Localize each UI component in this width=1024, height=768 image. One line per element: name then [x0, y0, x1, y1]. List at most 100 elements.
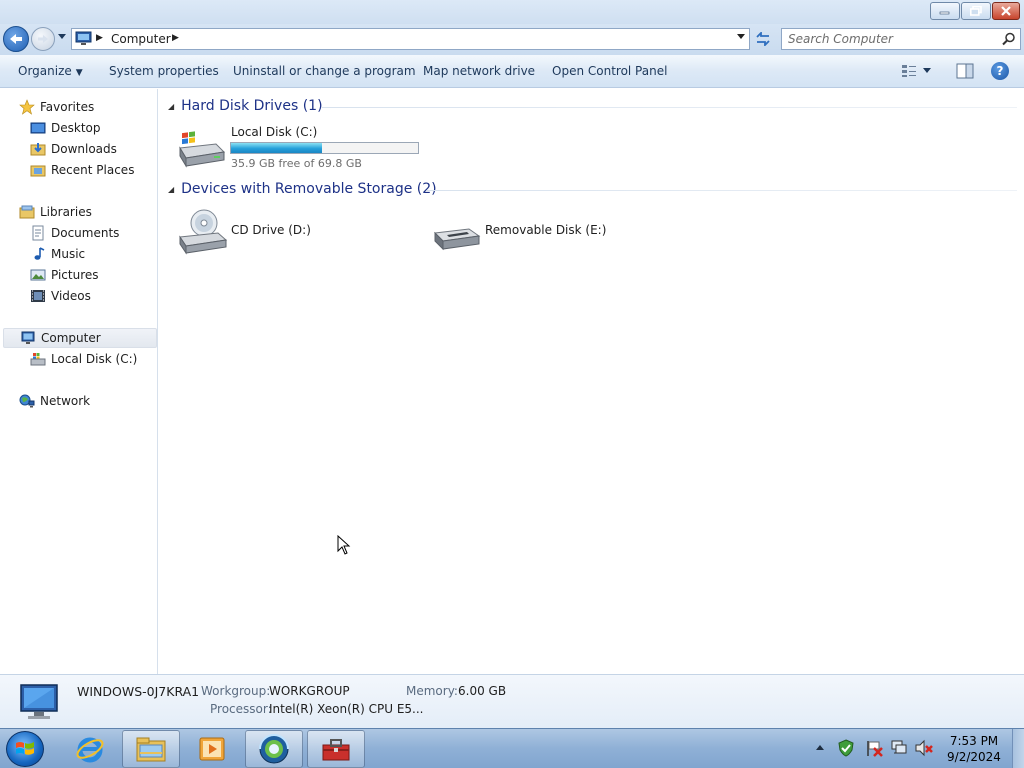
- address-bar[interactable]: ▶ Computer ▶: [71, 28, 750, 50]
- start-button[interactable]: [6, 731, 44, 767]
- close-icon: [1001, 6, 1011, 16]
- nav-item-videos[interactable]: Videos: [30, 286, 91, 306]
- breadcrumb-chevron-icon[interactable]: ▶: [172, 33, 179, 43]
- system-properties-button[interactable]: System properties: [109, 64, 219, 78]
- change-view-button[interactable]: [901, 63, 939, 79]
- window-controls: [930, 2, 1020, 20]
- clock-time: 7:53 PM: [949, 734, 999, 748]
- map-network-drive-button[interactable]: Map network drive: [423, 64, 535, 78]
- back-button[interactable]: [3, 26, 29, 52]
- restore-icon: [970, 6, 982, 16]
- navigation-pane: Favorites Desktop Downloads Recent Place…: [0, 89, 158, 674]
- processor-label: Processor:: [210, 702, 272, 716]
- network-icon: [19, 394, 35, 408]
- nav-libraries-label: Libraries: [40, 205, 92, 219]
- nav-item-pictures[interactable]: Pictures: [30, 265, 99, 285]
- organize-label: Organize: [18, 64, 72, 78]
- star-icon: [19, 99, 35, 115]
- drive-item-removable-disk[interactable]: Removable Disk (E:): [429, 207, 669, 257]
- pictures-icon: [30, 269, 46, 281]
- open-control-panel-button[interactable]: Open Control Panel: [552, 64, 667, 78]
- security-shield-icon[interactable]: [837, 739, 855, 757]
- view-options-icon: [902, 65, 916, 77]
- desktop-icon: [30, 122, 46, 134]
- computer-icon: [75, 31, 92, 45]
- nav-item-music-label: Music: [51, 247, 86, 261]
- computer-icon: [21, 331, 35, 344]
- nav-item-pictures-label: Pictures: [51, 268, 99, 282]
- processor-value: Intel(R) Xeon(R) CPU E5...: [269, 702, 424, 716]
- nav-network[interactable]: Network: [19, 391, 90, 411]
- nav-computer[interactable]: Computer: [3, 328, 157, 348]
- workgroup-value: WORKGROUP: [269, 684, 350, 698]
- breadcrumb-separator-icon[interactable]: ▶: [96, 33, 103, 43]
- nav-libraries[interactable]: Libraries: [19, 202, 92, 222]
- forward-button[interactable]: [31, 27, 55, 51]
- drive-item-local-disk[interactable]: Local Disk (C:) 35.9 GB free of 69.8 GB: [174, 125, 434, 171]
- memory-value: 6.00 GB: [458, 684, 507, 698]
- nav-item-desktop[interactable]: Desktop: [30, 118, 101, 138]
- action-center-flag-icon[interactable]: [865, 739, 883, 757]
- forward-arrow-icon: [38, 35, 48, 43]
- collapse-triangle-icon: ◢: [168, 184, 175, 194]
- taskbar-internet-explorer[interactable]: [61, 730, 119, 768]
- hard-drive-icon: [179, 131, 226, 168]
- search-icon[interactable]: [1002, 32, 1016, 46]
- taskbar-browser[interactable]: [245, 730, 303, 768]
- uninstall-program-button[interactable]: Uninstall or change a program: [233, 64, 416, 78]
- refresh-icon: [756, 32, 770, 46]
- hard-disk-group-title: Hard Disk Drives (1): [181, 98, 323, 114]
- breadcrumb-computer[interactable]: Computer: [111, 32, 171, 46]
- show-desktop-button[interactable]: [1012, 729, 1024, 768]
- search-box[interactable]: [781, 28, 1021, 50]
- restore-button[interactable]: [961, 2, 991, 20]
- recent-pages-dropdown-icon[interactable]: [58, 34, 66, 40]
- drive-usage-bar: [230, 142, 419, 154]
- removable-group-title: Devices with Removable Storage (2): [181, 181, 437, 197]
- nav-favorites-label: Favorites: [40, 100, 95, 114]
- group-divider: [427, 190, 1017, 191]
- nav-favorites[interactable]: Favorites: [19, 97, 94, 117]
- nav-item-recent-places[interactable]: Recent Places: [30, 160, 134, 180]
- cd-drive-icon: [179, 209, 228, 255]
- drive-item-cd-drive[interactable]: CD Drive (D:): [174, 207, 374, 257]
- organize-dropdown-icon: ▼: [75, 68, 83, 78]
- address-dropdown-icon[interactable]: [737, 34, 745, 40]
- downloads-folder-icon: [30, 143, 46, 156]
- nav-item-documents[interactable]: Documents: [30, 223, 119, 243]
- taskbar-media-player[interactable]: [183, 730, 241, 768]
- refresh-button[interactable]: [752, 28, 774, 50]
- taskbar-windows-explorer[interactable]: [122, 730, 180, 768]
- minimize-button[interactable]: [930, 2, 960, 20]
- hard-disk-group-header[interactable]: ◢ Hard Disk Drives (1): [168, 98, 323, 114]
- preview-pane-icon[interactable]: [956, 63, 974, 79]
- removable-group-header[interactable]: ◢ Devices with Removable Storage (2): [168, 181, 437, 197]
- browser-icon: [259, 734, 289, 764]
- workgroup-label: Workgroup:: [201, 684, 271, 698]
- show-hidden-icons-icon[interactable]: [816, 744, 824, 750]
- system-clock[interactable]: 7:53 PM 9/2/2024: [944, 733, 1004, 765]
- title-bar: [0, 0, 1024, 24]
- search-input[interactable]: [788, 32, 998, 46]
- cd-drive-name: CD Drive (D:): [231, 223, 311, 237]
- nav-item-recent-places-label: Recent Places: [51, 163, 135, 177]
- nav-item-local-disk[interactable]: Local Disk (C:): [30, 349, 137, 369]
- local-disk-icon: [30, 353, 46, 366]
- organize-menu[interactable]: Organize ▼: [18, 64, 83, 78]
- content-area: ◢ Hard Disk Drives (1) Local Disk (C:) 3…: [159, 89, 1024, 674]
- nav-item-music[interactable]: Music: [30, 244, 85, 264]
- clock-date: 9/2/2024: [947, 750, 1001, 764]
- drive-free-space: 35.9 GB free of 69.8 GB: [231, 157, 362, 170]
- videos-icon: [31, 290, 45, 302]
- command-bar: Organize ▼ System properties Uninstall or…: [0, 55, 1024, 88]
- toolbox-icon: [322, 739, 350, 761]
- network-status-icon[interactable]: [890, 739, 908, 757]
- close-button[interactable]: [992, 2, 1020, 20]
- help-icon[interactable]: ?: [991, 62, 1009, 80]
- removable-disk-icon: [433, 228, 481, 251]
- nav-item-downloads[interactable]: Downloads: [30, 139, 117, 159]
- mouse-pointer-icon: [337, 535, 351, 555]
- view-dropdown-icon: [923, 68, 931, 73]
- volume-muted-icon[interactable]: [914, 739, 934, 757]
- taskbar-toolbox[interactable]: [307, 730, 365, 768]
